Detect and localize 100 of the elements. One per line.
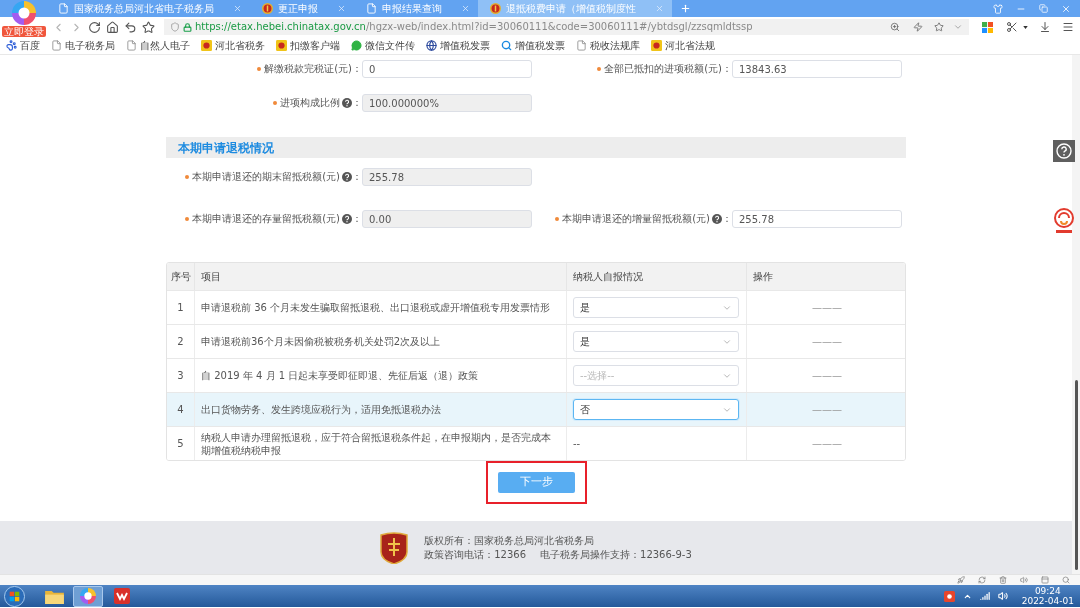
required-mark-icon (597, 67, 602, 71)
window-icon[interactable] (1041, 576, 1049, 584)
lock-icon (183, 22, 192, 32)
paw-icon (6, 40, 17, 51)
emblem-icon (201, 40, 212, 51)
menu-icon[interactable] (1062, 21, 1074, 33)
download-icon[interactable] (1039, 21, 1051, 33)
signal-icon[interactable] (979, 591, 990, 601)
table-cell-text: ——— (811, 335, 843, 349)
speaker-icon[interactable] (997, 591, 1008, 601)
clock-time[interactable]: 09:24 (1034, 586, 1061, 596)
required-mark-icon (185, 175, 190, 179)
close-icon[interactable] (233, 4, 242, 13)
dropdown-select[interactable]: 否 (573, 399, 739, 420)
page-icon (366, 3, 377, 14)
input-method-icon[interactable] (943, 590, 955, 602)
bookmark-link[interactable]: 电子税务局 (51, 40, 115, 51)
undo-icon[interactable] (124, 20, 137, 34)
bookmark-link[interactable]: 扣缴客户端 (276, 40, 340, 51)
required-mark-icon (555, 217, 560, 221)
star-icon[interactable] (142, 20, 155, 34)
field-label: 解缴税款完税证(元) (264, 64, 352, 74)
field-label: 全部已抵扣的进项税额(元) (604, 64, 722, 74)
bookmark-link[interactable]: 河北省税务 (201, 40, 265, 51)
table-cell: -- (567, 427, 747, 460)
table-cell-text: ——— (811, 403, 843, 417)
close-icon[interactable] (337, 4, 346, 13)
app-grid-icon[interactable] (982, 21, 993, 33)
label-colon: ： (352, 172, 362, 182)
emblem-icon (380, 531, 409, 564)
dropdown-select[interactable]: 是 (573, 297, 739, 318)
field-label: 进项构成比例 (280, 98, 340, 108)
bookmark-link[interactable]: 增值税发票 (501, 40, 565, 51)
field-label: 本期申请退还的增量留抵税额(元) (562, 214, 710, 224)
star-icon[interactable] (934, 22, 944, 32)
field-label: 本期申请退还的存量留抵税额(元) (192, 214, 340, 224)
emblem-icon (651, 40, 662, 51)
trash-icon[interactable] (999, 576, 1007, 584)
shirt-icon[interactable] (993, 3, 1003, 14)
table-cell-text: ——— (811, 369, 843, 383)
page-icon (58, 3, 69, 14)
folder-icon (44, 588, 64, 604)
hotline-text: 政策咨询电话：12366 (424, 549, 526, 560)
help-icon[interactable] (1053, 140, 1075, 162)
globe-icon (426, 40, 437, 51)
table-cell: 纳税人申请办理留抵退税，应于符合留抵退税条件起，在申报期内，是否完成本期增值税纳税申报 (195, 427, 567, 460)
page-icon (51, 40, 62, 51)
scrollbar-thumb[interactable] (1075, 380, 1078, 570)
input-field[interactable]: 0 (362, 60, 532, 78)
page-icon (576, 40, 587, 51)
emblem-icon (262, 3, 273, 14)
start-orb-icon[interactable] (4, 585, 25, 607)
copyright-text: 版权所有：国家税务总局河北省税务局 (424, 535, 596, 546)
bookmark-link[interactable]: 河北省法规 (651, 40, 715, 51)
chat-bubble-icon (351, 40, 362, 51)
emblem-icon (276, 40, 287, 51)
close-icon[interactable] (1061, 3, 1071, 14)
section-title: 本期申请退税情况 (178, 141, 274, 154)
page-icon (126, 40, 137, 51)
label-colon: ： (352, 214, 362, 224)
close-icon[interactable] (461, 4, 470, 13)
required-mark-icon (185, 217, 190, 221)
required-mark-icon (273, 101, 277, 105)
bookmark-link[interactable]: 微信文件传 (351, 40, 415, 51)
taskbar-button[interactable] (73, 585, 103, 607)
bookmark-link[interactable]: 百度 (6, 40, 40, 51)
service-logo-icon[interactable] (1054, 208, 1074, 234)
home-icon[interactable] (106, 20, 119, 34)
table-cell: 5 (167, 427, 195, 460)
rocket-icon[interactable] (957, 576, 965, 584)
input-field[interactable]: 255.78 (732, 210, 902, 228)
emblem-icon (490, 3, 501, 14)
label-colon: ： (722, 64, 732, 74)
help-icon[interactable] (712, 214, 722, 224)
label-colon: ： (722, 214, 732, 224)
search-icon[interactable] (1062, 576, 1070, 584)
field-label: 本期申请退还的期末留抵税额(元) (192, 172, 340, 182)
dropdown-select[interactable]: 是 (573, 331, 739, 352)
bookmark-link[interactable]: 税收法规库 (576, 40, 640, 51)
search-icon (501, 40, 512, 51)
table-cell-text: ——— (811, 301, 843, 315)
table-cell-text: ——— (811, 437, 843, 451)
bookmark-link[interactable]: 增值税发票 (426, 40, 490, 51)
support-text: 电子税务局操作支持：12366-9-3 (540, 549, 692, 560)
new-tab-icon[interactable] (680, 3, 691, 14)
clock-date[interactable]: 2022-04-01 (1021, 596, 1074, 606)
bookmark-link[interactable]: 自然人电子 (126, 40, 190, 51)
lightning-icon[interactable] (913, 22, 923, 32)
label-colon: ： (352, 98, 362, 108)
label-colon: ： (352, 64, 362, 74)
shield-icon[interactable] (170, 22, 180, 32)
required-mark-icon (257, 67, 262, 71)
reload-icon[interactable] (88, 20, 101, 34)
caret-icon[interactable] (1023, 25, 1028, 29)
zoom-icon[interactable] (890, 22, 900, 32)
input-field[interactable]: 13843.63 (732, 60, 902, 78)
refresh-icon[interactable] (978, 576, 986, 584)
color-ring-icon (80, 588, 96, 604)
scissors-icon[interactable] (1006, 21, 1018, 33)
app-tile-icon (114, 588, 130, 604)
